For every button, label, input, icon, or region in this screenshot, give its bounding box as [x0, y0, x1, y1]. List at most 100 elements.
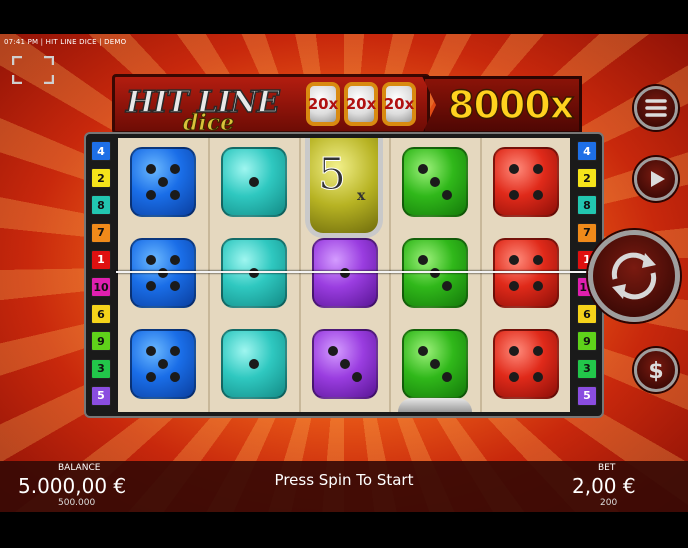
die-teal — [221, 147, 287, 217]
line-number-badge: 9 — [91, 331, 111, 352]
die-red — [493, 329, 559, 399]
balance-label: BALANCE — [58, 463, 101, 473]
die-pip — [158, 359, 168, 369]
die-purple — [312, 329, 378, 399]
bet-value[interactable]: 2,00 € — [572, 474, 636, 498]
die-pip — [352, 372, 363, 383]
die-pip — [533, 372, 544, 383]
die-pip — [145, 372, 156, 383]
die-pip — [170, 281, 181, 292]
multiplier-badge: 20x — [344, 82, 378, 126]
die-green — [402, 329, 468, 399]
die-pip — [417, 345, 428, 356]
multiplier-value: 5 — [318, 149, 347, 200]
die-pip — [145, 163, 156, 174]
die-pip — [442, 190, 453, 201]
line-number-badge: 9 — [577, 331, 597, 352]
payline — [116, 271, 594, 273]
die-pip — [249, 359, 259, 369]
multiplier-suffix: x — [357, 188, 366, 204]
reel-bottom-cap — [398, 398, 472, 412]
die-pip — [508, 190, 519, 201]
die-pip — [145, 345, 156, 356]
die-pip — [145, 190, 156, 201]
svg-text:$: $ — [648, 359, 663, 384]
die-red — [493, 147, 559, 217]
line-number-badge: 5 — [577, 385, 597, 406]
line-number-badge: 4 — [91, 141, 111, 161]
die-pip — [170, 372, 181, 383]
die-green — [402, 238, 468, 308]
menu-button[interactable] — [634, 86, 678, 130]
die-pip — [340, 268, 350, 278]
die-pip — [327, 345, 338, 356]
line-number-badge: 3 — [91, 358, 111, 379]
die-pip — [249, 268, 259, 278]
die-pip — [417, 163, 428, 174]
die-pip — [145, 254, 156, 265]
menu-icon — [645, 99, 667, 117]
die-pip — [170, 163, 181, 174]
status-bar: 07:41 PM | HIT LINE DICE | DEMO — [4, 38, 127, 46]
bet-label: BET — [598, 463, 616, 473]
line-number-badge: 2 — [91, 168, 111, 189]
die-blue — [130, 329, 196, 399]
spin-arrows-icon — [611, 252, 657, 300]
play-icon — [651, 171, 665, 187]
line-number-badge: 3 — [577, 358, 597, 379]
reel-divider — [208, 138, 210, 412]
balance-value: 5.000,00 € — [18, 474, 127, 498]
line-number-badge: 1 — [91, 249, 111, 270]
die-pip — [145, 281, 156, 292]
die-teal — [221, 238, 287, 308]
multiplier-badge: 20x — [306, 82, 340, 126]
die-pip — [340, 359, 350, 369]
die-pip — [508, 345, 519, 356]
dollar-icon: $ — [648, 359, 663, 384]
die-pip — [533, 190, 544, 201]
die-pip — [508, 254, 519, 265]
spin-button[interactable] — [588, 230, 680, 322]
die-pip — [508, 163, 519, 174]
line-number-badge: 7 — [91, 222, 111, 243]
die-pip — [430, 359, 440, 369]
line-number-badge: 10 — [91, 277, 111, 297]
die-pip — [508, 281, 519, 292]
die-pip — [533, 281, 544, 292]
line-number-badge: 6 — [91, 304, 111, 325]
die-pip — [533, 163, 544, 174]
die-pip — [508, 372, 519, 383]
die-pip — [158, 177, 168, 187]
multiplier-badge: 20x — [382, 82, 416, 126]
die-red — [493, 238, 559, 308]
line-number-badge: 4 — [577, 141, 597, 161]
die-pip — [533, 345, 544, 356]
die-pip — [417, 254, 428, 265]
die-purple — [312, 238, 378, 308]
reel-divider — [299, 138, 301, 412]
die-blue — [130, 238, 196, 308]
die-pip — [249, 177, 259, 187]
die-blue — [130, 147, 196, 217]
line-number-badge: 8 — [577, 195, 597, 216]
die-pip — [170, 190, 181, 201]
balance-credits: 500.000 — [58, 498, 96, 508]
autoplay-button[interactable] — [634, 157, 678, 201]
die-pip — [442, 372, 453, 383]
die-green — [402, 147, 468, 217]
reel-divider — [480, 138, 482, 412]
bet-button[interactable]: $ — [634, 348, 678, 392]
fullscreen-icon[interactable] — [12, 56, 54, 84]
max-win-value: 8000x — [447, 82, 575, 128]
die-pip — [170, 254, 181, 265]
die-pip — [442, 281, 453, 292]
line-number-badge: 2 — [577, 168, 597, 189]
game-logo-subtitle: dice — [182, 110, 235, 136]
die-pip — [430, 177, 440, 187]
bet-credits: 200 — [600, 498, 618, 508]
reel-divider — [389, 138, 391, 412]
line-number-badge: 5 — [91, 385, 111, 406]
line-number-badge: 8 — [91, 195, 111, 216]
die-pip — [533, 254, 544, 265]
die-pip — [158, 268, 168, 278]
